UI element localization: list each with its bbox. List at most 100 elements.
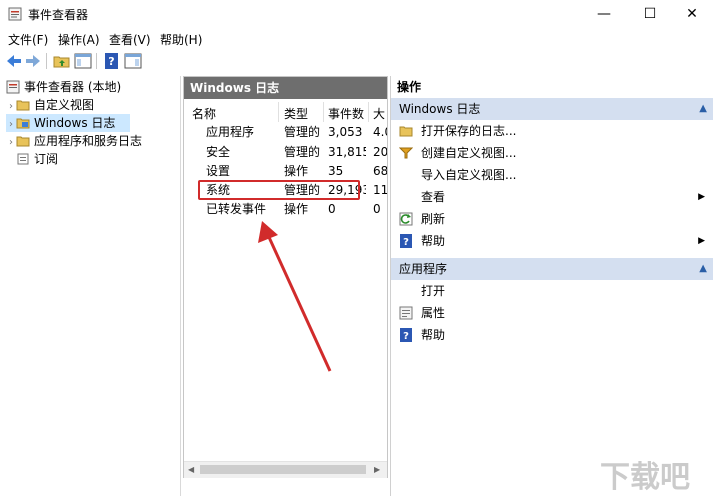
title-bar: 事件查看器 — ☐ ✕: [0, 0, 714, 28]
cell-size: 11: [373, 183, 387, 197]
folder-up-icon[interactable]: [53, 52, 71, 70]
tree-root[interactable]: 事件查看器 (本地): [6, 78, 121, 96]
show-action-pane-icon[interactable]: [124, 52, 142, 70]
toolbar-separator: [96, 53, 97, 69]
svg-text:?: ?: [403, 331, 409, 342]
column-header-name[interactable]: 名称: [192, 105, 216, 122]
event-viewer-app-icon: [8, 7, 22, 21]
action-create-custom-view[interactable]: 创建自定义视图...: [391, 142, 713, 164]
tree-item-label: Windows 日志: [34, 116, 116, 130]
actions-group-windows-logs[interactable]: Windows 日志 ▲: [391, 98, 713, 120]
tree-item-windows-logs[interactable]: › Windows 日志: [6, 114, 130, 132]
pane-header: Windows 日志: [184, 77, 387, 99]
table-row[interactable]: 应用程序 管理的 3,053 4.0: [186, 123, 387, 142]
actions-group-application[interactable]: 应用程序 ▲: [391, 258, 713, 280]
action-label: 帮助: [421, 234, 446, 248]
tree-root-label: 事件查看器 (本地): [24, 80, 122, 94]
maximize-button[interactable]: ☐: [628, 0, 672, 28]
collapse-icon[interactable]: ▲: [699, 258, 707, 280]
action-properties[interactable]: 属性: [391, 302, 713, 324]
console-tree: 事件查看器 (本地) › 自定义视图 › Windows 日志 › 应用程序和服务日志…: [2, 76, 181, 496]
column-divider[interactable]: [368, 102, 369, 122]
cell-size: 4.0: [373, 125, 387, 139]
tree-item-app-service-logs[interactable]: › 应用程序和服务日志: [6, 132, 142, 150]
open-folder-icon: [399, 126, 413, 137]
action-open[interactable]: 打开: [391, 280, 713, 302]
help-icon: ?: [400, 234, 412, 248]
toolbar-separator: [46, 53, 47, 69]
cell-size: 68: [373, 164, 387, 178]
show-hide-tree-icon[interactable]: [74, 52, 92, 70]
column-header-count[interactable]: 事件数: [328, 105, 364, 122]
menu-bar: 文件(F) 操作(A) 查看(V) 帮助(H): [0, 29, 714, 49]
action-help[interactable]: ? 帮助 ▶: [391, 230, 713, 252]
refresh-icon: [399, 212, 413, 226]
group-label: Windows 日志: [399, 102, 481, 116]
cell-size: 0: [373, 202, 381, 216]
svg-text:?: ?: [403, 237, 409, 248]
filter-icon: [399, 147, 413, 159]
menu-help[interactable]: 帮助(H): [160, 31, 202, 48]
tree-item-label: 自定义视图: [34, 98, 95, 112]
scrollbar-thumb[interactable]: [200, 465, 366, 474]
svg-text:?: ?: [108, 55, 114, 68]
tree-item-subscriptions[interactable]: 订阅: [6, 150, 58, 168]
column-divider[interactable]: [278, 102, 279, 122]
action-label: 打开保存的日志...: [421, 124, 517, 138]
column-divider[interactable]: [323, 102, 324, 122]
back-arrow-icon[interactable]: [5, 52, 23, 70]
column-header-type[interactable]: 类型: [284, 105, 308, 122]
cell-size: 20: [373, 145, 387, 159]
action-label: 导入自定义视图...: [421, 168, 517, 182]
cell-name: 应用程序: [206, 125, 255, 139]
minimize-button[interactable]: —: [582, 0, 626, 28]
menu-file[interactable]: 文件(F): [8, 31, 48, 48]
action-open-saved-log[interactable]: 打开保存的日志...: [391, 120, 713, 142]
window-title: 事件查看器: [28, 8, 89, 22]
action-label: 查看: [421, 190, 446, 204]
action-import-custom-view[interactable]: 导入自定义视图...: [391, 164, 713, 186]
annotation-arrow: [258, 221, 332, 372]
action-view[interactable]: 查看 ▶: [391, 186, 713, 208]
actions-pane: 操作 Windows 日志 ▲ 打开保存的日志... 创建自定义视图... 导入…: [390, 76, 713, 496]
close-button[interactable]: ✕: [670, 0, 714, 28]
action-label: 刷新: [421, 212, 446, 226]
cell-name: 安全: [206, 145, 231, 159]
action-label: 创建自定义视图...: [421, 146, 517, 160]
scroll-right-icon[interactable]: ▶: [374, 465, 380, 474]
properties-icon: [399, 306, 413, 320]
tree-item-label: 应用程序和服务日志: [34, 134, 143, 148]
highlight-box: [198, 180, 360, 200]
help-icon: ?: [400, 328, 412, 342]
cell-count: 3,053: [328, 125, 363, 139]
action-label: 属性: [421, 306, 446, 320]
action-refresh[interactable]: 刷新: [391, 208, 713, 230]
actions-title: 操作: [397, 80, 422, 94]
forward-arrow-icon[interactable]: [24, 52, 42, 70]
log-list-pane: Windows 日志 名称 类型 事件数 大 应用程序 管理的 3,053 4.…: [183, 76, 388, 478]
tree-item-custom-views[interactable]: › 自定义视图: [6, 96, 94, 114]
help-icon[interactable]: ?: [103, 52, 121, 70]
collapse-icon[interactable]: ▲: [699, 98, 707, 120]
table-row[interactable]: 安全 管理的 31,815 20: [186, 143, 387, 162]
scroll-left-icon[interactable]: ◀: [188, 465, 194, 474]
action-help-2[interactable]: ? 帮助: [391, 324, 713, 346]
table-row[interactable]: 设置 操作 35 68: [186, 162, 387, 181]
action-label: 打开: [421, 284, 446, 298]
action-label: 帮助: [421, 328, 446, 342]
windows-logs-icon: [16, 118, 30, 129]
cell-count: 35: [328, 164, 344, 178]
toolbar: ?: [0, 50, 714, 72]
menu-action[interactable]: 操作(A): [58, 31, 100, 48]
cell-type: 管理的: [284, 145, 320, 159]
menu-view[interactable]: 查看(V): [109, 31, 151, 48]
tree-item-label: 订阅: [34, 152, 59, 166]
horizontal-scrollbar[interactable]: ◀ ▶: [184, 461, 387, 478]
folder-icon: [16, 100, 30, 111]
event-viewer-icon: [6, 80, 20, 94]
cell-count: 31,815: [328, 145, 366, 159]
column-header-size[interactable]: 大: [373, 105, 385, 122]
cell-type: 操作: [284, 164, 309, 178]
submenu-arrow-icon: ▶: [698, 192, 705, 202]
group-label: 应用程序: [399, 262, 448, 276]
